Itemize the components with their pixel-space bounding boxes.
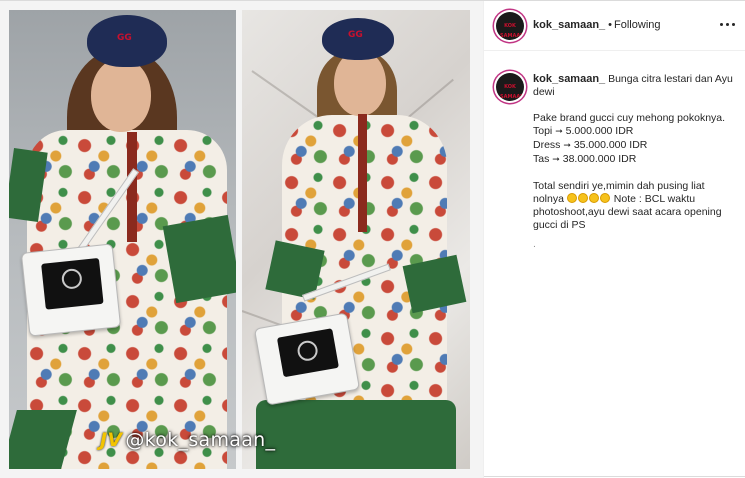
- topi-value: 5.000.000 IDR: [565, 125, 634, 137]
- caption-price-dress: Dress ➞ 35.000.000 IDR: [533, 139, 733, 153]
- grin-emoji-icon: [577, 193, 588, 203]
- caption-line-1: kok_samaan_ Bunga citra lestari dan Ayu …: [533, 73, 733, 99]
- avatar[interactable]: KOK SAMAAN: [496, 12, 524, 40]
- following-button[interactable]: Following: [614, 19, 660, 31]
- arrow-icon: ➞: [563, 141, 571, 151]
- caption-avatar-logo: KOK SAMAAN: [500, 84, 524, 100]
- collar-right: [358, 114, 367, 232]
- post-sidebar: KOK SAMAAN kok_samaan_ • Following KOK SAM…: [483, 1, 745, 478]
- caption-username[interactable]: kok_samaan_: [533, 73, 605, 85]
- watermark-logo: JV: [100, 429, 123, 451]
- watermark: JV @kok_samaan_: [100, 429, 275, 451]
- dress-value: 35.000.000 IDR: [573, 139, 648, 151]
- post-container: GG GG JV @kok_samaan_ KOK SAMAAN kok_sam…: [0, 0, 745, 478]
- caption-more: .: [533, 238, 536, 250]
- grin-emoji-icon: [599, 193, 610, 203]
- arrow-icon: ➞: [555, 127, 563, 137]
- hem-right: [256, 400, 456, 469]
- face-left: [91, 58, 151, 132]
- post-header: KOK SAMAAN kok_samaan_ • Following: [484, 1, 745, 51]
- caption-avatar[interactable]: KOK SAMAAN: [496, 73, 524, 101]
- header-username[interactable]: kok_samaan_: [533, 19, 605, 31]
- more-options-icon[interactable]: [720, 15, 738, 33]
- arrow-icon: ➞: [552, 155, 560, 165]
- beret-logo-right: GG: [348, 30, 363, 40]
- caption-line-2: Pake brand gucci cuy mehong pokoknya.: [533, 112, 726, 124]
- beret-left: GG: [87, 15, 167, 67]
- header-text: kok_samaan_ • Following: [533, 19, 661, 31]
- grin-emoji-icon: [566, 193, 577, 203]
- avatar-logo: KOK SAMAAN: [500, 23, 524, 39]
- grin-emoji-icon: [588, 193, 599, 203]
- watermark-handle: @kok_samaan_: [125, 429, 276, 451]
- sleeve-right-b: [402, 254, 467, 314]
- photo-left: GG: [9, 10, 236, 469]
- handbag-left: [20, 243, 122, 337]
- caption-body: kok_samaan_ Bunga citra lestari dan Ayu …: [533, 73, 733, 251]
- header-separator: •: [608, 19, 613, 31]
- caption-price-topi: Topi ➞ 5.000.000 IDR: [533, 125, 733, 139]
- marble-vein: [251, 70, 327, 124]
- caption-line-3: Total sendiri ye,mimin dah pusing liat n…: [533, 180, 733, 232]
- photo-right: GG: [242, 10, 470, 469]
- beret-logo-left: GG: [117, 33, 132, 43]
- post-media[interactable]: GG GG JV @kok_samaan_: [0, 1, 483, 478]
- caption-price-tas: Tas ➞ 38.000.000 IDR: [533, 153, 733, 167]
- tas-value: 38.000.000 IDR: [562, 153, 637, 165]
- beret-right: GG: [322, 18, 394, 60]
- topi-label: Topi: [533, 125, 553, 137]
- tas-label: Tas: [533, 153, 550, 165]
- handbag-right: [253, 312, 361, 406]
- dress-label: Dress: [533, 139, 561, 151]
- sleeve-left-b: [162, 214, 236, 304]
